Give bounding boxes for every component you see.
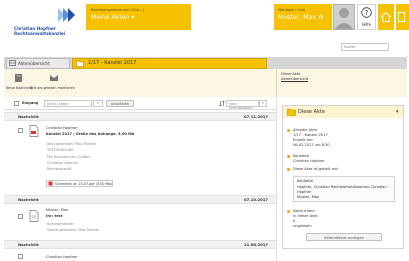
pdf-document-icon bbox=[29, 125, 39, 137]
message-subject[interactable]: Kanzlei 2017 | Größe des Anhangs: 3,00 M… bbox=[46, 132, 134, 136]
sort-chevron-down-icon[interactable]: ▾ bbox=[259, 100, 267, 107]
logo-line-2: Rechtsanwaltskanzlei bbox=[14, 30, 66, 36]
logout-icon bbox=[398, 12, 405, 22]
inbox-label: Eingang bbox=[22, 101, 39, 105]
attachment-name[interactable]: Schreiben an 10.07.pdf (3,00 Mb) bbox=[55, 182, 112, 186]
kontakte-label: Kontakte bbox=[293, 154, 309, 158]
message-line: Schreibmeister bbox=[47, 222, 75, 226]
folder-icon bbox=[76, 60, 84, 67]
message-checkbox[interactable] bbox=[18, 128, 23, 133]
tab-kanzlei-2017-label: 1/17 - Kanzlei 2017 bbox=[88, 60, 137, 66]
kanzlei-label: Rechtsanwaltskanzlei (Chri...) bbox=[91, 8, 145, 12]
message-sender[interactable]: Muster, Max bbox=[46, 208, 68, 212]
day-header bbox=[4, 195, 276, 204]
day-date: 07.10.2017 bbox=[244, 197, 269, 202]
user-silhouette-icon bbox=[335, 8, 353, 29]
day-label: Nachricht bbox=[18, 242, 39, 247]
kontakte-value: Christian Hopfner bbox=[293, 159, 325, 163]
timeline-dot bbox=[287, 210, 290, 213]
aktuelle-akte-line: Erstellt am: bbox=[293, 138, 314, 142]
message-line: Mit freundlichen Grüßen bbox=[47, 155, 91, 159]
folder-icon bbox=[287, 108, 296, 116]
akte-details-button[interactable]: Aktendetails anzeigen bbox=[306, 233, 382, 241]
avatar[interactable] bbox=[333, 4, 355, 30]
filter-select-value: Alle(s) Lesen bbox=[47, 102, 69, 106]
shared-box-line: Hopfner, Christian Rechtsanwaltskanzlei … bbox=[297, 185, 387, 189]
question-icon: ? bbox=[361, 7, 372, 18]
sort-select-value: nach Schreibdatum bbox=[229, 102, 253, 110]
aktuelle-akte-line: 06.02.2017 um 8:30 bbox=[293, 143, 330, 147]
kanzlei-menu[interactable]: Meine Akten ▾ bbox=[91, 14, 135, 21]
nachrichten-count: 0 bbox=[293, 219, 296, 223]
shared-label: Diese Akte ist geteilt mit: bbox=[293, 167, 339, 171]
help-label: Hilfe bbox=[361, 22, 372, 27]
filter-chevron-down-icon[interactable]: ▾ bbox=[93, 100, 103, 107]
timeline-dot bbox=[287, 129, 290, 132]
tab-aktenuebersicht-label: Aktenübersicht bbox=[18, 61, 50, 66]
sort-select[interactable]: nach Schreibdatum bbox=[226, 100, 259, 110]
message-subject[interactable]: Ihr: test bbox=[46, 214, 62, 218]
message-line: TESTSENDUNG bbox=[47, 148, 75, 152]
akte-card-title: Diese Akte bbox=[298, 109, 325, 115]
sort-icon[interactable] bbox=[219, 100, 225, 107]
search-input[interactable] bbox=[341, 43, 389, 51]
collapse-chevron-icon[interactable]: ▾ bbox=[396, 109, 399, 115]
svg-text:?: ? bbox=[365, 9, 369, 17]
shared-box-line: Kontakte bbox=[297, 179, 313, 183]
message-line: Christian Hopfner bbox=[47, 161, 79, 165]
day-header bbox=[4, 240, 276, 249]
message-checkbox[interactable] bbox=[18, 214, 23, 219]
user-name[interactable]: Muster, Max ⚙ bbox=[278, 14, 324, 21]
message-line: Jetzt gesendet: Max Muster bbox=[47, 142, 97, 146]
mark-all-read-button[interactable]: Alle als gelesen markieren bbox=[30, 86, 75, 90]
nachrichten-line: ungelesen bbox=[293, 224, 312, 228]
filter-select[interactable]: Alle(s) Lesen bbox=[44, 100, 92, 107]
aktuelle-akte-line: 1/17 - Kanzlei 2017 bbox=[293, 133, 328, 137]
aktuelle-akte-label: Aktuelle Akte bbox=[293, 128, 317, 132]
message-line: Rechtsanwalt bbox=[47, 167, 72, 171]
nachrichten-line: in dieser Akte bbox=[293, 214, 318, 218]
logout-button[interactable] bbox=[396, 4, 409, 30]
timeline-dot bbox=[287, 168, 290, 171]
day-label: Nachricht bbox=[18, 114, 39, 119]
message-sender[interactable]: Christian Hopfner bbox=[46, 255, 78, 259]
pdf-icon bbox=[48, 181, 53, 186]
home-icon bbox=[381, 12, 391, 22]
shared-box-line: Hopfner bbox=[297, 190, 312, 194]
day-label: Nachricht bbox=[18, 197, 39, 202]
logo-arrows-icon bbox=[58, 8, 75, 22]
timeline-dot bbox=[287, 155, 290, 158]
nachrichten-label: Nachrichten bbox=[293, 209, 315, 213]
mark-read-icon[interactable] bbox=[49, 73, 59, 83]
shared-box-line: Muster, Max bbox=[297, 195, 320, 199]
day-date: 21.08.2017 bbox=[244, 242, 269, 247]
day-header bbox=[4, 112, 276, 121]
akte-header-title: Diese Akte bbox=[281, 72, 301, 76]
message-checkbox[interactable] bbox=[18, 254, 23, 259]
message-line: Gesch gesendet: Max Muster bbox=[47, 228, 100, 232]
user-role-label: Mandant / User bbox=[278, 8, 306, 12]
grid-icon bbox=[9, 60, 16, 66]
home-button[interactable] bbox=[378, 4, 394, 30]
new-message-icon[interactable] bbox=[14, 73, 24, 83]
message-toolbar bbox=[4, 69, 276, 97]
apply-filter-button[interactable]: auswählen bbox=[106, 100, 134, 107]
document-icon bbox=[29, 210, 39, 222]
day-date: 07.11.2017 bbox=[244, 114, 269, 119]
logo-text: Christian Hopfner Rechtsanwaltskanzlei bbox=[14, 26, 66, 36]
new-message-button[interactable]: Neue Nachricht bbox=[6, 86, 32, 90]
select-all-checkbox[interactable] bbox=[14, 101, 19, 106]
message-sender[interactable]: Christian Hopfner bbox=[46, 126, 78, 130]
akte-overview-link[interactable]: Aktenübersicht bbox=[281, 77, 308, 81]
